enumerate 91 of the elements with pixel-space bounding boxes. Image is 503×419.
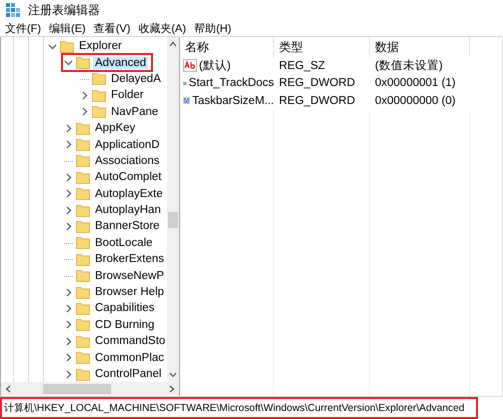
value-type: REG_DWORD [278, 94, 356, 107]
tree-row[interactable]: BrowseNewP [63, 268, 170, 284]
value-type: REG_SZ [278, 60, 326, 72]
tree-item[interactable]: BannerStore [93, 220, 162, 232]
folder-icon [76, 269, 90, 282]
tree-item[interactable]: Explorer [77, 40, 124, 52]
scroll-thumb[interactable] [168, 212, 178, 228]
folder-icon [76, 252, 90, 266]
tree-item[interactable]: BrowseNewP [93, 270, 166, 282]
tree-row[interactable]: AutoplayExte [63, 186, 168, 202]
value-type: REG_DWORD [278, 77, 356, 90]
tree-row[interactable]: AppKey [63, 120, 140, 136]
tree-item[interactable]: Capabilities [93, 302, 156, 314]
folder-icon [92, 72, 106, 86]
tree-row[interactable]: Browser Help [63, 284, 170, 300]
folder-icon [76, 302, 90, 315]
tree-item[interactable]: Associations [93, 154, 162, 167]
menu-item[interactable]: 收藏夹(A) [135, 20, 192, 36]
tree-item[interactable]: DelayedA [109, 72, 163, 85]
vertical-scrollbar[interactable] [167, 37, 179, 382]
folder-icon [76, 236, 90, 250]
tree-row[interactable]: Advanced [63, 55, 152, 70]
menu-item[interactable]: 编辑(E) [46, 20, 91, 36]
scroll-left-icon[interactable] [5, 385, 11, 393]
string-value-icon [183, 59, 197, 72]
folder-icon [60, 40, 74, 53]
tree-item[interactable]: AutoplayExte [93, 188, 165, 200]
value-data: (数值未设置) [374, 58, 444, 74]
menu-item[interactable]: 文件(F) [2, 20, 46, 36]
tree-row[interactable]: Capabilities [63, 300, 160, 316]
tree-item[interactable]: CD Burning [93, 318, 156, 331]
tree-item[interactable]: ControlPanel [93, 368, 164, 380]
tree-row[interactable]: BrokerExtens [63, 252, 170, 267]
tree-item[interactable]: ApplicationD [93, 138, 162, 151]
value-name[interactable]: Start_TrackDocs [188, 77, 274, 90]
folder-icon [76, 204, 90, 217]
window-title: 注册表编辑器 [28, 2, 100, 18]
scroll-thumb[interactable] [43, 384, 111, 394]
tree-item[interactable]: Browser Help [93, 286, 166, 298]
folder-icon [76, 56, 90, 70]
folder-icon [76, 138, 90, 152]
tree-row[interactable]: CommonPlac [63, 350, 170, 366]
registry-icon [6, 3, 20, 17]
folder-icon [76, 286, 90, 299]
folder-icon [76, 334, 90, 348]
scroll-right-icon[interactable] [169, 385, 175, 393]
tree-row[interactable]: Associations [63, 153, 165, 168]
tree-row[interactable]: Explorer [47, 38, 127, 54]
value-name[interactable]: (默认) [199, 58, 231, 74]
scroll-down-icon[interactable] [169, 372, 177, 378]
tree-item[interactable]: BrokerExtens [93, 253, 166, 266]
menu-item[interactable]: 查看(V) [90, 20, 136, 36]
tree-item[interactable]: AutoplayHan [93, 204, 163, 216]
tree-row[interactable]: Folder [79, 88, 149, 103]
status-path: 计算机\HKEY_LOCAL_MACHINE\SOFTWARE\Microsoft\Windows\CurrentVersion\Explorer\Advanced [2, 399, 476, 417]
tree-row[interactable]: CommandSto [63, 334, 170, 349]
folder-icon [76, 122, 90, 135]
tree-item[interactable]: Folder [109, 89, 146, 102]
folder-icon [76, 170, 90, 184]
folder-icon [76, 187, 90, 200]
scroll-up-icon[interactable] [169, 41, 177, 47]
tree-row[interactable]: DelayedA [79, 71, 166, 86]
value-data: 0x00000000 (0) [374, 94, 457, 107]
tree-item[interactable]: CommandSto [93, 335, 168, 348]
tree-item[interactable]: CommonPlac [93, 352, 166, 364]
tree-row[interactable]: ApplicationD [63, 137, 165, 152]
tree-row[interactable]: AutoplayHan [63, 202, 166, 218]
value-data: 0x00000001 (1) [374, 77, 457, 90]
tree-row[interactable]: CD Burning [63, 317, 160, 332]
horizontal-scrollbar[interactable] [1, 382, 179, 396]
column-header[interactable]: 类型 [274, 37, 370, 57]
folder-icon [92, 88, 106, 102]
tree-item[interactable]: AutoComplet [93, 171, 164, 184]
tree-item[interactable]: NavPane [109, 106, 160, 118]
folder-icon [76, 351, 90, 364]
folder-icon [76, 154, 90, 168]
menu-item[interactable]: 帮助(H) [191, 20, 236, 36]
tree-row[interactable]: BannerStore [63, 218, 165, 234]
folder-icon [76, 220, 90, 233]
tree-item[interactable]: Advanced [93, 56, 148, 69]
tree-row[interactable]: NavPane [79, 104, 164, 120]
tree-item[interactable]: AppKey [93, 122, 138, 134]
value-name[interactable]: TaskbarSizeM... [192, 94, 274, 107]
tree-row[interactable]: BootLocale [63, 235, 158, 250]
column-header[interactable]: 名称 [180, 37, 274, 57]
tree-row[interactable]: AutoComplet [63, 170, 166, 185]
folder-icon [76, 318, 90, 332]
tree-row[interactable]: ControlPanel [63, 366, 166, 382]
folder-icon [92, 105, 106, 118]
tree-item[interactable]: BootLocale [93, 236, 155, 249]
column-header[interactable]: 数据 [370, 37, 470, 57]
